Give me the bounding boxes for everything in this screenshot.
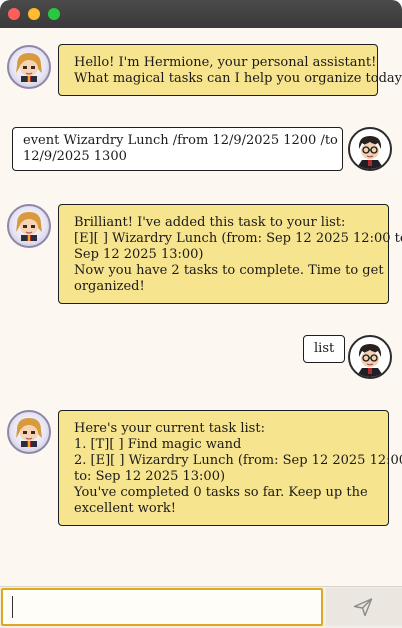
message-line: list: [314, 341, 335, 356]
message-line: excellent work!: [74, 501, 177, 516]
message-line: Brilliant! I've added this task to your …: [74, 215, 346, 230]
harry-portrait-icon: [356, 136, 384, 169]
close-window-button[interactable]: [8, 8, 20, 20]
message-line: What magical tasks can I help you organi…: [74, 71, 402, 86]
message-line: You've completed 0 tasks so far. Keep up…: [74, 485, 368, 500]
message-line: Now you have 2 tasks to complete. Time t…: [74, 263, 384, 278]
message-line: Hello! I'm Hermione, your personal assis…: [74, 55, 377, 70]
message-line: Sep 12 2025 13:00): [74, 247, 204, 262]
hermione-avatar: [7, 45, 51, 89]
hermione-portrait-icon: [16, 418, 42, 447]
message-line: to: Sep 12 2025 13:00): [74, 469, 226, 484]
harry-avatar: [348, 335, 392, 379]
message-line: [E][ ] Wizardry Lunch (from: Sep 12 2025…: [74, 231, 402, 246]
hermione-avatar: [7, 410, 51, 454]
bot-message-bubble: Brilliant! I've added this task to your …: [58, 204, 402, 304]
message-line: 1. [T][ ] Find magic wand: [74, 437, 242, 452]
message-line: 2. [E][ ] Wizardry Lunch (from: Sep 12 2…: [74, 453, 402, 468]
title-bar: [0, 0, 402, 28]
hermione-portrait-icon: [16, 53, 42, 82]
message-line: Here's your current task list:: [74, 421, 265, 436]
zoom-window-button[interactable]: [48, 8, 60, 20]
message-line: event Wizardry Lunch /from 12/9/2025 120…: [23, 133, 338, 148]
harry-avatar: [348, 127, 392, 171]
send-button[interactable]: [326, 588, 402, 626]
bot-message-bubble: Hello! I'm Hermione, your personal assis…: [58, 44, 402, 96]
hermione-portrait-icon: [16, 212, 42, 241]
user-message-bubble: event Wizardry Lunch /from 12/9/2025 120…: [12, 127, 343, 171]
message-line: 12/9/2025 1300: [23, 149, 127, 164]
user-message-bubble: list: [303, 335, 346, 363]
minimize-window-button[interactable]: [28, 8, 40, 20]
message-line: organized!: [74, 279, 145, 294]
send-icon: [353, 598, 373, 617]
text-caret: [12, 596, 13, 618]
bot-message-bubble: Here's your current task list: 1. [T][ ]…: [58, 410, 402, 526]
harry-portrait-icon: [356, 344, 384, 377]
hermione-avatar: [7, 204, 51, 248]
chat-window: Hello! I'm Hermione, your personal assis…: [0, 0, 402, 628]
message-input[interactable]: [1, 588, 323, 626]
